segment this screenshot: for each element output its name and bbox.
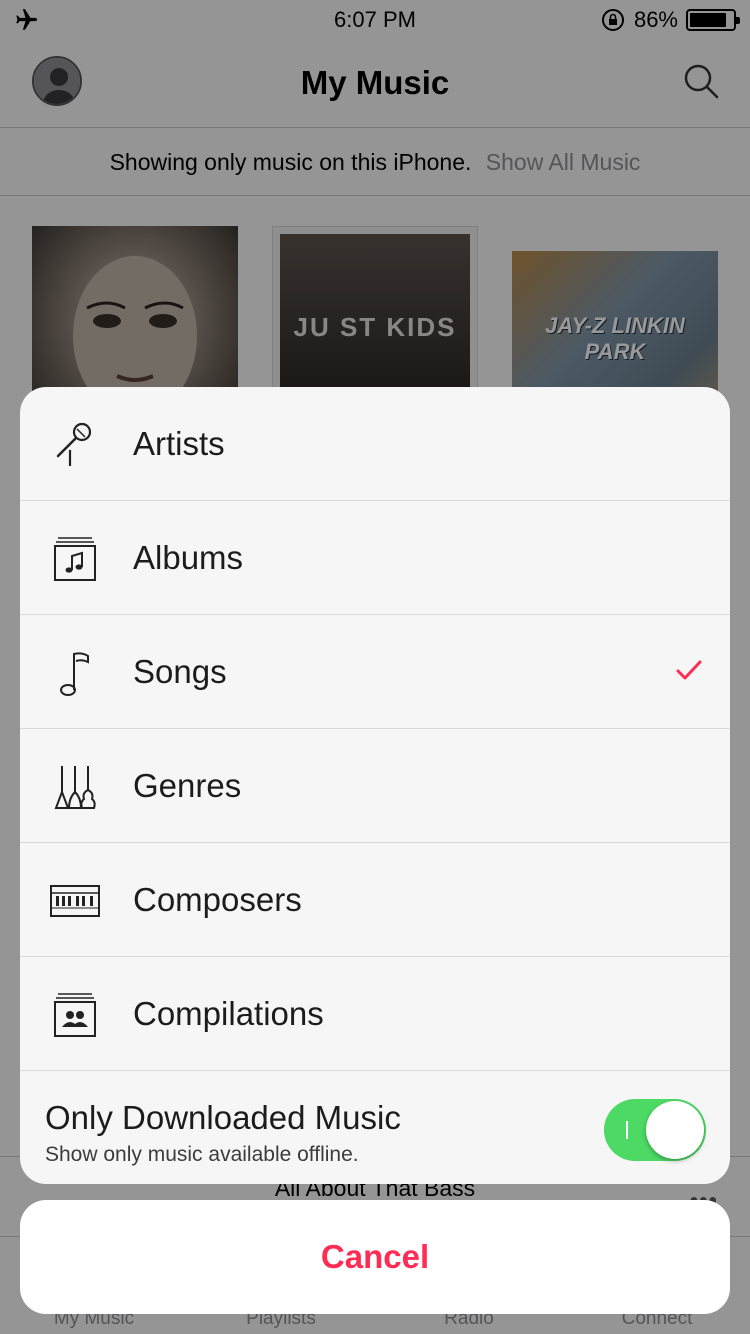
toggle-on-indicator	[626, 1121, 628, 1139]
menu-item-label: Artists	[133, 425, 225, 462]
cancel-button[interactable]: Cancel	[20, 1200, 730, 1314]
menu-item-label: Songs	[133, 653, 227, 690]
only-downloaded-toggle[interactable]	[604, 1099, 706, 1161]
library-category-sheet: Artists Albums Songs Genres Composers Co…	[20, 387, 730, 1184]
toggle-subtitle: Show only music available offline.	[45, 1143, 359, 1166]
piano-icon	[50, 885, 100, 917]
menu-item-compilations[interactable]: Compilations	[20, 957, 730, 1071]
toggle-knob[interactable]	[646, 1101, 704, 1159]
menu-item-label: Genres	[133, 767, 242, 804]
album-icon	[54, 537, 96, 581]
menu-item-label: Compilations	[133, 995, 324, 1032]
menu-item-composers[interactable]: Composers	[20, 843, 730, 957]
menu-item-songs[interactable]: Songs	[20, 615, 730, 729]
toggle-title: Only Downloaded Music	[45, 1099, 401, 1136]
checkmark-icon	[676, 660, 702, 680]
menu-item-label: Albums	[133, 539, 244, 576]
menu-item-genres[interactable]: Genres	[20, 729, 730, 843]
music-note-icon	[60, 652, 89, 696]
menu-item-label: Composers	[133, 881, 302, 918]
menu-item-albums[interactable]: Albums	[20, 501, 730, 615]
cancel-label: Cancel	[320, 1238, 430, 1275]
microphone-icon	[56, 422, 92, 466]
guitars-icon	[54, 766, 96, 809]
only-downloaded-music-row: Only Downloaded Music Show only music av…	[20, 1071, 730, 1183]
menu-item-artists[interactable]: Artists	[20, 387, 730, 501]
compilation-icon	[54, 993, 96, 1037]
